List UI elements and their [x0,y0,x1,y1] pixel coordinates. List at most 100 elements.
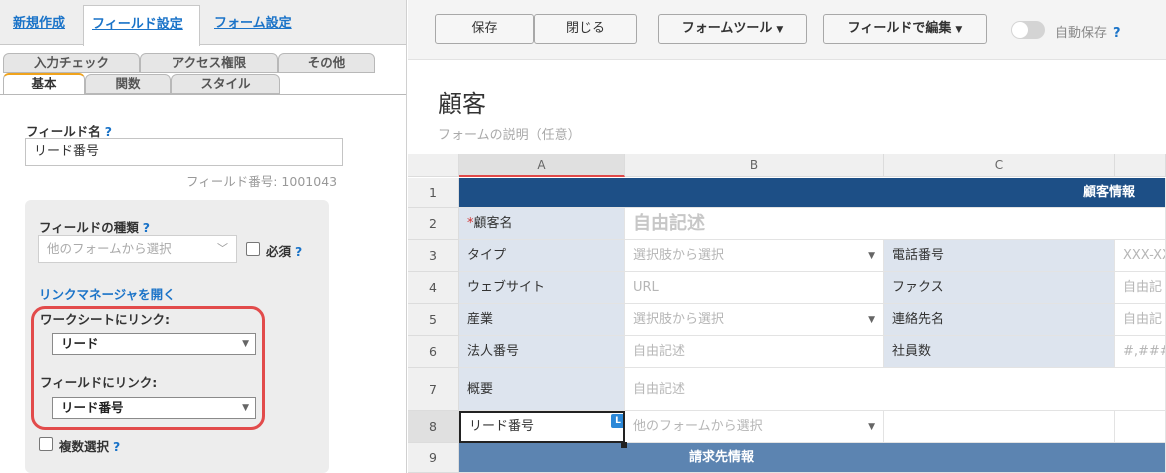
edit-by-field-button[interactable]: フィールドで編集 ▼ [823,14,987,44]
row-number[interactable]: 4 [408,272,459,304]
help-icon[interactable]: ? [113,439,120,454]
field-type-label: フィールドの種類? [39,220,151,235]
multi-select-label: 複数選択? [59,439,121,454]
required-checkbox[interactable] [246,242,260,256]
row-number[interactable]: 6 [408,336,459,368]
subtab-style[interactable]: スタイル [171,74,280,94]
cell-label: 顧客名 [473,216,513,231]
field-link-select[interactable]: リード番号 ▼ [52,397,256,419]
row-number[interactable]: 5 [408,304,459,336]
select-cell[interactable]: 他のフォームから選択 ▼ [625,411,884,443]
field-settings-panel: 新規作成 フィールド設定 フォーム設定 入力チェック アクセス権限 その他 基本… [0,0,407,473]
select-cell[interactable]: 選択肢から選択 ▼ [625,240,884,272]
empty-cell[interactable] [1115,411,1166,443]
section-banner[interactable]: 請求先情報 [459,443,1166,473]
tab-form-settings[interactable]: フォーム設定 [206,5,300,45]
input-cell[interactable]: #,### [1115,336,1166,368]
tab-new[interactable]: 新規作成 [5,5,73,45]
section-title: 顧客情報 [1082,185,1135,200]
required-label: 必須? [266,244,303,259]
subtab-basic[interactable]: 基本 [3,73,85,95]
column-header-b[interactable]: B [625,154,884,177]
label-cell[interactable]: 産業 [459,304,625,336]
tab-field-settings[interactable]: フィールド設定 [83,5,200,46]
help-icon[interactable]: ? [143,220,150,235]
top-tab-bar: 新規作成 フィールド設定 フォーム設定 [0,0,406,46]
cell-placeholder: 選択肢から選択 [633,312,725,327]
form-tools-label: フォームツール [681,21,773,36]
row-number[interactable]: 7 [408,368,459,411]
label-cell[interactable]: 連絡先名 [884,304,1115,336]
link-icon: L [611,414,623,428]
row-number[interactable]: 9 [408,443,459,473]
caret-down-icon: ▼ [868,422,875,432]
caret-down-icon: ▼ [868,251,875,261]
worksheet-link-select[interactable]: リード ▼ [52,333,256,355]
edit-by-field-label: フィールドで編集 [847,21,952,36]
subtab-access[interactable]: アクセス権限 [140,53,278,73]
subtab-functions[interactable]: 関数 [85,74,171,94]
cell-label: リード番号 [469,419,535,434]
column-header-c[interactable]: C [884,154,1115,177]
worksheet-link-value: リード [61,336,99,351]
label-cell[interactable]: 社員数 [884,336,1115,368]
label-cell[interactable]: ウェブサイト [459,272,625,304]
field-type-select[interactable]: 他のフォームから選択 ﹀ [38,235,237,263]
form-grid: A B C 1 2 3 4 5 6 7 8 9 顧客情報 *顧客名🔑 自由記述 … [408,154,1166,473]
input-cell[interactable]: 自由記述 [625,336,884,368]
grid-corner [408,154,459,177]
label-cell[interactable]: 電話番号 [884,240,1115,272]
link-manager-link[interactable]: リンクマネージャを開く [39,284,176,303]
help-icon[interactable]: ? [295,244,302,259]
selected-label-cell[interactable]: リード番号 L [459,411,625,443]
row-number[interactable]: 2 [408,208,459,240]
input-cell[interactable]: URL [625,272,884,304]
row-number[interactable]: 3 [408,240,459,272]
caret-down-icon: ▼ [242,403,249,413]
field-name-input[interactable]: リード番号 [25,138,343,166]
row-number[interactable]: 1 [408,178,459,208]
field-number: フィールド番号: 1001043 [186,174,338,189]
column-header-d[interactable] [1115,154,1166,177]
input-cell[interactable]: XXX-XX [1115,240,1166,272]
multi-select-checkbox[interactable] [39,437,53,451]
form-editor: 保存 閉じる フォームツール ▼ フィールドで編集 ▼ 自動保存? 顧客 フォームの… [408,0,1166,473]
input-cell[interactable]: 自由記 [1115,304,1166,336]
cell-placeholder: 他のフォームから選択 [633,419,763,434]
textarea-cell[interactable]: 自由記述 [625,368,1166,411]
form-title[interactable]: 顧客 [438,84,486,119]
input-cell[interactable]: 自由記 [1115,272,1166,304]
section-banner[interactable]: 顧客情報 [459,178,1166,208]
field-link-value: リード番号 [61,400,124,415]
column-header-a[interactable]: A [459,154,625,177]
empty-cell[interactable] [884,411,1115,443]
label-cell[interactable]: 概要 [459,368,625,411]
section-title: 請求先情報 [689,450,755,465]
subtab-input-check[interactable]: 入力チェック [3,53,140,73]
help-icon[interactable]: ? [105,124,112,139]
input-cell[interactable]: 自由記述 [625,208,1166,240]
toolbar: 保存 閉じる フォームツール ▼ フィールドで編集 ▼ 自動保存? [408,0,1166,60]
caret-down-icon: ▼ [242,339,249,349]
row-number[interactable]: 8 [408,411,459,443]
autosave-label: 自動保存? [1055,26,1121,41]
label-cell[interactable]: 法人番号 [459,336,625,368]
chevron-down-icon: ﹀ [217,242,228,255]
field-link-label: フィールドにリンク: [40,375,158,390]
caret-down-icon: ▼ [955,25,963,35]
cell-placeholder: 選択肢から選択 [633,248,725,263]
save-button[interactable]: 保存 [435,14,534,44]
form-tools-button[interactable]: フォームツール ▼ [658,14,807,44]
form-description[interactable]: フォームの説明（任意） [438,124,581,143]
help-icon[interactable]: ? [1113,26,1121,41]
label-cell[interactable]: タイプ [459,240,625,272]
caret-down-icon: ▼ [776,25,784,35]
close-button[interactable]: 閉じる [534,14,637,44]
autosave-toggle[interactable] [1011,21,1045,39]
label-cell[interactable]: ファクス [884,272,1115,304]
caret-down-icon: ▼ [868,315,875,325]
label-cell[interactable]: *顧客名🔑 [459,208,625,240]
fill-handle[interactable] [621,442,627,448]
select-cell[interactable]: 選択肢から選択 ▼ [625,304,884,336]
subtab-other[interactable]: その他 [278,53,375,73]
